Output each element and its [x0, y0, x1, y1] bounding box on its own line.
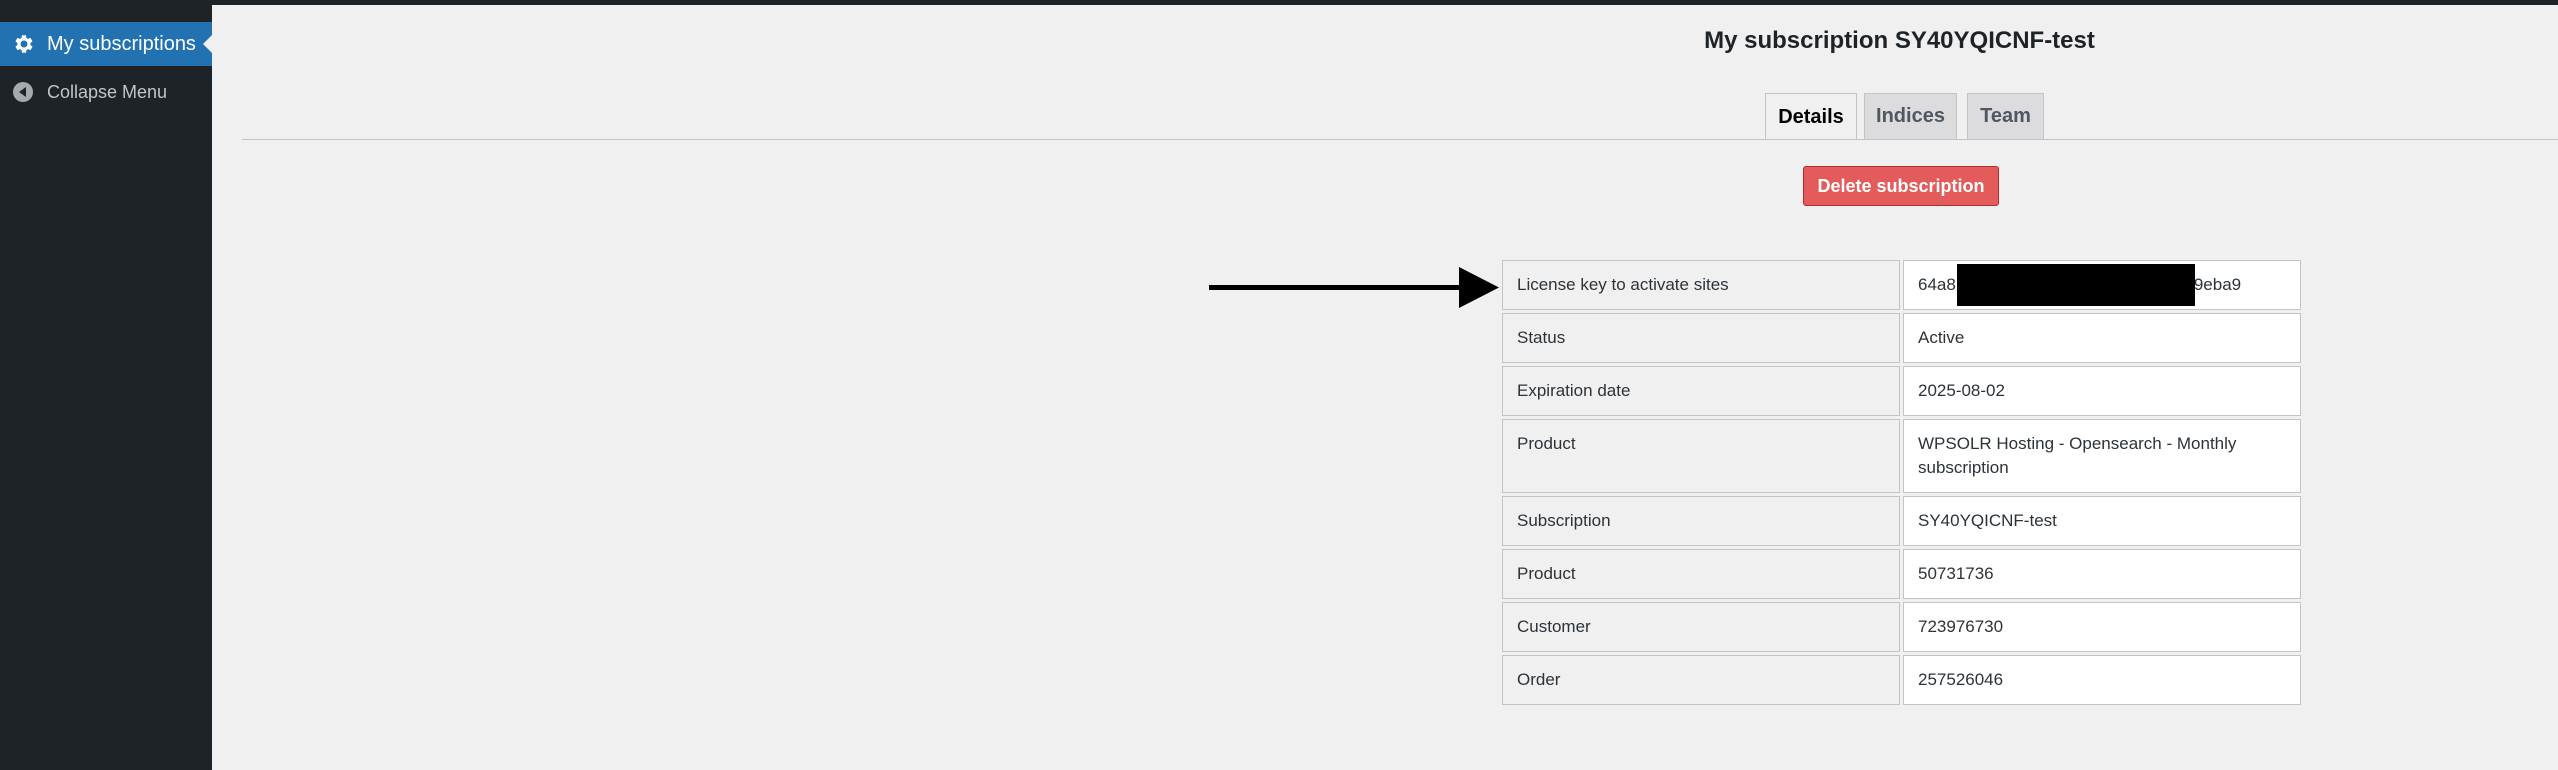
row-key: Order	[1502, 655, 1900, 705]
redaction-box	[1957, 264, 2195, 306]
row-key: Expiration date	[1502, 366, 1900, 416]
row-key: Product	[1502, 419, 1900, 493]
tab-team[interactable]: Team	[1967, 93, 2044, 139]
gear-icon	[11, 32, 35, 56]
row-value: 723976730	[1903, 602, 2301, 652]
main-content: My subscription SY40YQICNF-test Details …	[212, 5, 2558, 770]
arrow-annotation-icon	[1209, 267, 1499, 308]
row-value: 257526046	[1903, 655, 2301, 705]
table-row: Subscription SY40YQICNF-test	[1502, 496, 2301, 546]
row-value: Active	[1903, 313, 2301, 363]
table-row: Product WPSOLR Hosting - Opensearch - Mo…	[1502, 419, 2301, 493]
license-key-start: 64a8	[1918, 275, 1956, 294]
table-row: Product 50731736	[1502, 549, 2301, 599]
tab-indices[interactable]: Indices	[1864, 93, 1957, 139]
row-value: 50731736	[1903, 549, 2301, 599]
license-key-wrapper: 64a8 9eba9	[1918, 264, 2242, 306]
license-key-value: 64a8 9eba9	[1903, 260, 2301, 310]
collapse-arrow-icon	[11, 80, 35, 104]
row-key: Subscription	[1502, 496, 1900, 546]
row-value: 2025-08-02	[1903, 366, 2301, 416]
tabs-divider	[242, 139, 2558, 140]
sidebar-item-my-subscriptions[interactable]: My subscriptions	[0, 22, 213, 66]
row-key: Customer	[1502, 602, 1900, 652]
table-row: License key to activate sites 64a8 9eba9	[1502, 260, 2301, 310]
row-value: SY40YQICNF-test	[1903, 496, 2301, 546]
row-key: Product	[1502, 549, 1900, 599]
page-title: My subscription SY40YQICNF-test	[1704, 27, 2095, 54]
delete-subscription-button[interactable]: Delete subscription	[1803, 166, 1999, 206]
table-row: Order 257526046	[1502, 655, 2301, 705]
admin-sidebar: My subscriptions Collapse Menu	[0, 5, 213, 770]
row-key: Status	[1502, 313, 1900, 363]
row-key: License key to activate sites	[1502, 260, 1900, 310]
table-row: Customer 723976730	[1502, 602, 2301, 652]
license-key-end: 9eba9	[2193, 275, 2242, 294]
sidebar-item-label: Collapse Menu	[47, 81, 168, 102]
sidebar-item-collapse-menu[interactable]: Collapse Menu	[0, 70, 212, 114]
row-value: WPSOLR Hosting - Opensearch - Monthly su…	[1903, 419, 2301, 493]
subscription-details-table: License key to activate sites 64a8 9eba9 …	[1499, 257, 2304, 708]
table-row: Status Active	[1502, 313, 2301, 363]
sidebar-item-label: My subscriptions	[47, 32, 196, 55]
tab-details[interactable]: Details	[1765, 93, 1857, 140]
table-row: Expiration date 2025-08-02	[1502, 366, 2301, 416]
